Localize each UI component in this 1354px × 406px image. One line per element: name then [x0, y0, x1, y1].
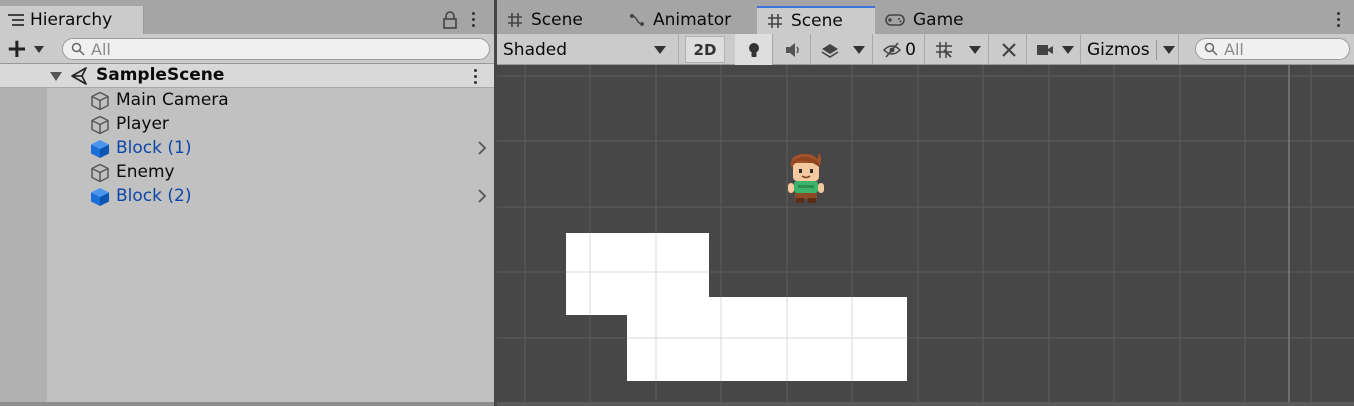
- grid-snap-icon: [935, 41, 952, 58]
- scene-panel: Scene Animator Scene Game Shaded 2D 0 Gi…: [497, 0, 1354, 406]
- foldout-arrow-icon[interactable]: [50, 72, 62, 81]
- speaker-icon: [785, 42, 799, 57]
- unity-scene-icon: [71, 67, 87, 85]
- hierarchy-item-label: Main Camera: [116, 90, 229, 110]
- tab-scene[interactable]: Scene: [497, 6, 615, 34]
- tools-icon: [1001, 42, 1016, 57]
- gameobject-cube-icon: [91, 91, 109, 111]
- tab-scene-active[interactable]: Scene: [757, 6, 875, 34]
- scene-panel-menu-icon[interactable]: [1337, 12, 1341, 28]
- create-button[interactable]: +: [6, 34, 50, 64]
- search-placeholder: All: [1224, 39, 1244, 59]
- tab-animator[interactable]: Animator: [619, 6, 757, 34]
- grid-icon: [768, 14, 782, 28]
- search-placeholder: All: [91, 39, 111, 59]
- prefab-cube-icon: [91, 140, 109, 158]
- tab-label: Scene: [791, 11, 843, 31]
- toggle-2d-label: 2D: [693, 40, 717, 59]
- hidden-count: 0: [905, 39, 916, 60]
- hierarchy-item-label: Player: [116, 114, 169, 134]
- hierarchy-item-main-camera[interactable]: Main Camera: [0, 88, 494, 112]
- hierarchy-bottom-border: [0, 402, 494, 406]
- effects-dropdown[interactable]: [813, 34, 873, 65]
- hierarchy-item-label: Block (2): [116, 186, 192, 206]
- layers-icon: [821, 43, 838, 58]
- chevron-down-icon: [654, 46, 666, 54]
- tab-label: Scene: [531, 10, 583, 30]
- scene-search-input[interactable]: All: [1195, 38, 1350, 60]
- chevron-right-icon[interactable]: [476, 141, 488, 155]
- tools-toggle[interactable]: [991, 34, 1027, 65]
- tab-label: Game: [913, 10, 964, 30]
- hierarchy-menu-icon[interactable]: [472, 12, 476, 28]
- scene-viewport[interactable]: [497, 65, 1354, 402]
- player-sprite[interactable]: [788, 153, 824, 203]
- chevron-right-icon[interactable]: [476, 189, 488, 203]
- scene-root-row[interactable]: SampleScene: [0, 64, 494, 88]
- scene-tabbar: Scene Animator Scene Game: [497, 6, 1354, 34]
- hierarchy-item-label: Enemy: [116, 162, 175, 182]
- camera-dropdown[interactable]: [1029, 34, 1081, 65]
- hierarchy-item-enemy[interactable]: Enemy: [0, 160, 494, 184]
- tab-hierarchy[interactable]: Hierarchy: [0, 6, 144, 34]
- hierarchy-tab-label: Hierarchy: [30, 10, 113, 30]
- scene-name: SampleScene: [96, 65, 225, 85]
- hierarchy-item-block-1[interactable]: Block (1): [0, 136, 494, 160]
- hierarchy-item-player[interactable]: Player: [0, 112, 494, 136]
- tab-label: Animator: [653, 10, 732, 30]
- lighting-toggle[interactable]: [735, 34, 773, 65]
- animator-icon: [630, 14, 644, 26]
- grid-icon: [508, 13, 522, 27]
- hierarchy-search-input[interactable]: All: [62, 38, 490, 60]
- plus-icon: +: [6, 34, 28, 64]
- scene-bottom-border: [497, 402, 1354, 406]
- chevron-down-icon: [852, 45, 865, 54]
- prefab-cube-icon: [91, 188, 109, 206]
- block-2-sprite[interactable]: [627, 297, 907, 381]
- camera-icon: [1036, 44, 1053, 55]
- toggle-2d-button[interactable]: 2D: [685, 36, 725, 63]
- gizmos-separator: [1155, 39, 1157, 60]
- hierarchy-panel: Hierarchy + All SampleScene Main Camera …: [0, 0, 494, 406]
- lightbulb-icon: [748, 42, 759, 57]
- scene-canvas[interactable]: [497, 65, 1354, 402]
- gameobject-cube-icon: [91, 115, 109, 135]
- shading-mode-dropdown[interactable]: Shaded: [497, 34, 679, 65]
- tab-game[interactable]: Game: [875, 6, 985, 34]
- hierarchy-item-label: Block (1): [116, 138, 192, 158]
- chevron-down-icon: [33, 45, 44, 53]
- chevron-down-icon: [1061, 45, 1074, 54]
- gizmos-dropdown[interactable]: Gizmos: [1083, 34, 1179, 65]
- scene-menu-icon[interactable]: [474, 69, 478, 85]
- chevron-down-icon: [1162, 45, 1175, 54]
- gizmos-label: Gizmos: [1087, 39, 1150, 60]
- hierarchy-list-icon: [8, 14, 24, 26]
- search-icon: [1204, 42, 1218, 56]
- hierarchy-tabbar: Hierarchy: [0, 6, 494, 34]
- gameobject-cube-icon: [91, 163, 109, 183]
- gamepad-icon: [885, 14, 905, 26]
- eye-slash-icon: [883, 41, 902, 58]
- chevron-down-icon: [968, 45, 981, 54]
- search-icon: [71, 42, 85, 56]
- shading-mode-value: Shaded: [503, 39, 568, 60]
- lock-icon[interactable]: [442, 11, 458, 29]
- grid-snapping-dropdown[interactable]: [927, 34, 989, 65]
- hierarchy-item-block-2[interactable]: Block (2): [0, 184, 494, 208]
- hidden-objects-toggle[interactable]: 0: [875, 34, 925, 65]
- audio-toggle[interactable]: [775, 34, 811, 65]
